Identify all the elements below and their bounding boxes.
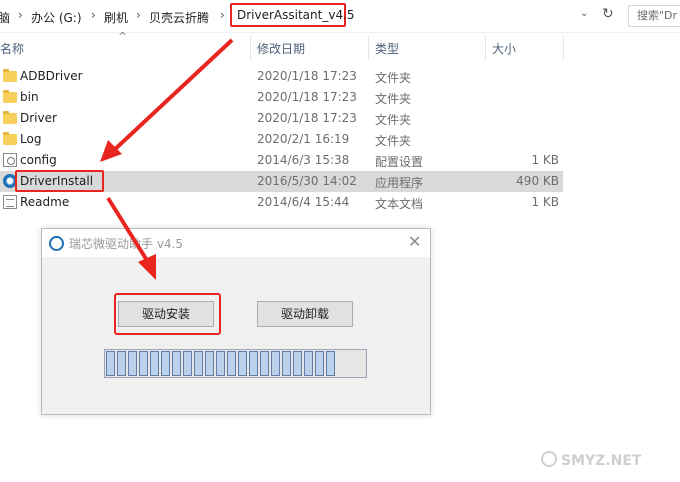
annotation-arrows (100, 38, 234, 280)
watermark: SMYZ.NET (561, 453, 642, 469)
annotation-arrow-line (106, 196, 150, 264)
annotation-arrow-line (110, 38, 234, 154)
watermark-logo-icon (541, 451, 557, 467)
